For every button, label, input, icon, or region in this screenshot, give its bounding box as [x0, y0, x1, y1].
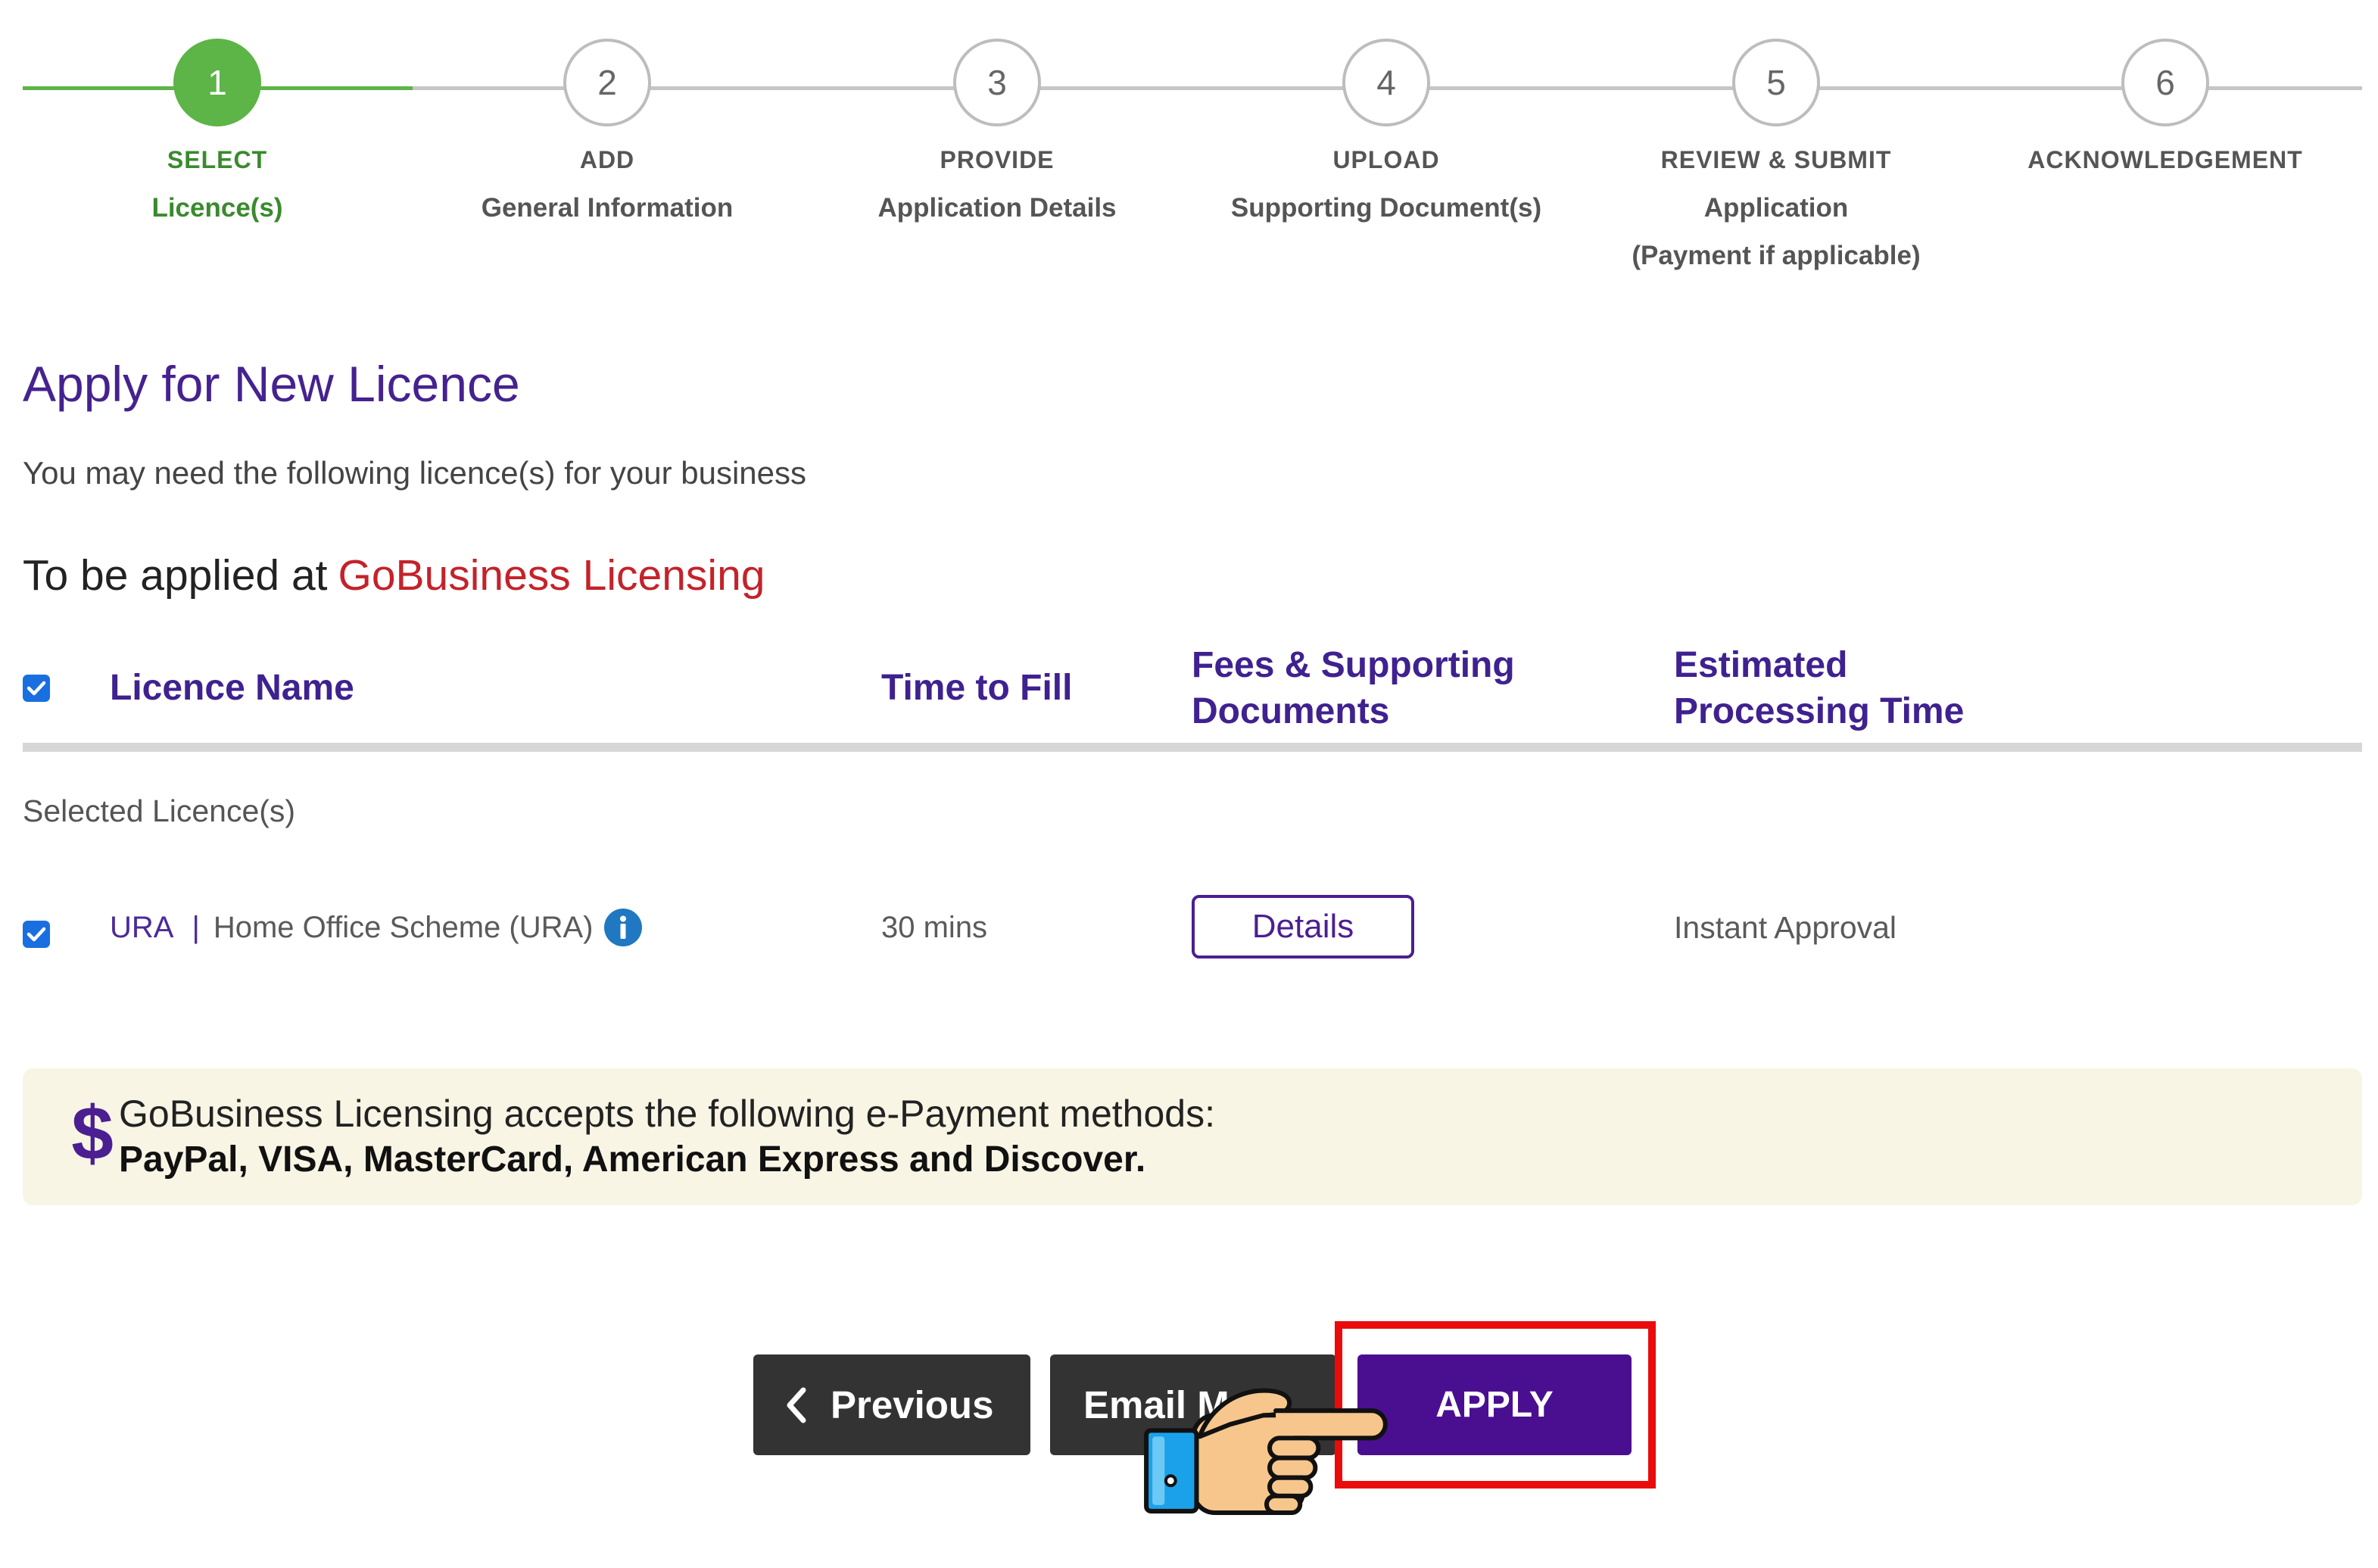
previous-button[interactable]: Previous: [753, 1354, 1030, 1455]
step-4-label: UPLOAD Supporting Document(s): [1189, 136, 1583, 232]
step-1-circle: 1: [173, 39, 261, 126]
step-subtitle: Application Details: [877, 193, 1117, 223]
info-icon[interactable]: [603, 908, 643, 947]
step-number: 2: [597, 63, 617, 102]
time-to-fill-value: 30 mins: [881, 911, 988, 944]
column-header-time-to-fill: Time to Fill: [881, 668, 1073, 708]
licence-checkbox[interactable]: [23, 921, 50, 948]
step-note: (Payment if applicable): [1632, 241, 1921, 270]
step-subtitle: General Information: [481, 193, 734, 223]
apply-button[interactable]: APPLY: [1357, 1354, 1632, 1455]
step-4-circle: 4: [1342, 39, 1430, 126]
section-heading-prefix: To be applied at: [23, 551, 328, 600]
email-me-button[interactable]: Email Me: [1050, 1354, 1336, 1455]
apply-button-label: APPLY: [1435, 1385, 1554, 1425]
section-heading-portal: GoBusiness Licensing: [338, 551, 765, 600]
step-subtitle: Application: [1703, 193, 1849, 223]
step-title: SELECT: [167, 146, 268, 173]
step-subtitle: Supporting Document(s): [1230, 193, 1542, 223]
step-subtitle: Licence(s): [151, 193, 283, 223]
payment-notice-text: GoBusiness Licensing accepts the followi…: [119, 1093, 1215, 1135]
step-title: ACKNOWLEDGEMENT: [2027, 146, 2303, 173]
page-title: Apply for New Licence: [23, 356, 520, 412]
page-intro: You may need the following licence(s) fo…: [23, 455, 807, 491]
step-3-label: PROVIDE Application Details: [800, 136, 1194, 232]
step-title: REVIEW & SUBMIT: [1660, 146, 1892, 173]
chevron-left-icon: [787, 1387, 806, 1423]
step-number: 4: [1376, 63, 1396, 102]
processing-time-value: Instant Approval: [1674, 910, 1897, 945]
column-header-processing-time: Estimated Processing Time: [1674, 645, 1965, 731]
step-title: UPLOAD: [1332, 146, 1440, 173]
payment-methods-notice: $ GoBusiness Licensing accepts the follo…: [23, 1068, 2362, 1205]
step-5-label: REVIEW & SUBMIT Application (Payment if …: [1579, 136, 1973, 279]
select-all-checkbox[interactable]: [23, 675, 50, 702]
licence-name: Home Office Scheme (URA): [213, 910, 594, 944]
section-heading: To be applied at GoBusiness Licensing: [23, 550, 765, 601]
dollar-icon: $: [71, 1091, 114, 1176]
step-3-circle: 3: [953, 39, 1041, 126]
step-5-circle: 5: [1732, 39, 1820, 126]
licence-agency: URA: [110, 910, 174, 944]
step-title: PROVIDE: [940, 146, 1055, 173]
details-button[interactable]: Details: [1192, 895, 1414, 959]
email-me-button-label: Email Me: [1083, 1383, 1251, 1426]
step-6-label: ACKNOWLEDGEMENT: [1968, 136, 2362, 184]
licence-separator: |: [192, 910, 200, 944]
step-number: 1: [207, 63, 227, 102]
column-header-fees: Fees & Supporting Documents: [1192, 645, 1515, 731]
group-label: Selected Licence(s): [23, 793, 296, 828]
column-header-licence-name: Licence Name: [110, 668, 354, 708]
step-number: 6: [2155, 63, 2175, 102]
step-1-label: SELECT Licence(s): [20, 136, 414, 232]
step-2-label: ADD General Information: [410, 136, 804, 232]
table-header-divider: [23, 743, 2362, 752]
step-number: 3: [987, 63, 1007, 102]
previous-button-label: Previous: [831, 1383, 994, 1426]
step-2-circle: 2: [563, 39, 651, 126]
step-6-circle: 6: [2121, 39, 2209, 126]
step-number: 5: [1766, 63, 1786, 102]
licence-name-cell: URA | Home Office Scheme (URA): [110, 906, 643, 949]
step-title: ADD: [579, 146, 635, 173]
payment-methods-list: PayPal, VISA, MasterCard, American Expre…: [119, 1139, 1146, 1180]
